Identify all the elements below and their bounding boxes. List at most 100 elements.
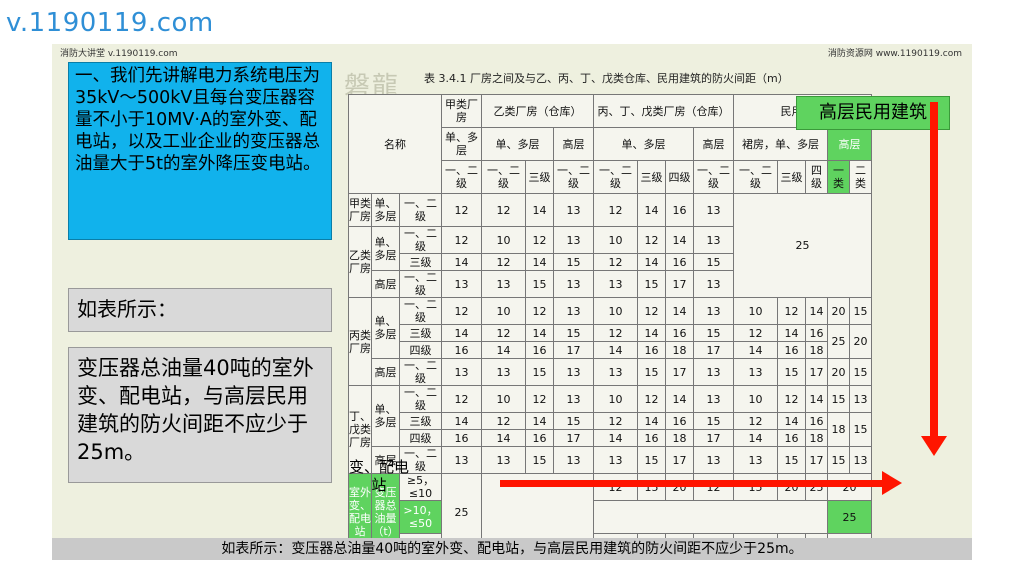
table-cell: 16 (637, 341, 666, 359)
table-cell: 16 (525, 429, 554, 447)
row-grade-label: 四级 (399, 429, 442, 447)
table-cell: 10 (733, 385, 778, 413)
header-jia: 甲类厂房 (441, 94, 482, 128)
header-yi-dan: 单、多层 (481, 127, 554, 161)
table-cell: 12 (441, 193, 482, 227)
table-cell: 12 (441, 385, 482, 413)
table-cell: 12 (693, 473, 734, 501)
table-cell: 18 (827, 412, 850, 447)
grade-cell: 一类 (827, 160, 850, 194)
table-cell: 12 (733, 324, 778, 342)
table-cell: 16 (665, 253, 694, 271)
table-cell: 14 (637, 193, 666, 227)
table-cell: 25 (805, 473, 828, 501)
table-cell: 15 (849, 358, 872, 386)
row-grade-label: 一、二级 (399, 193, 442, 227)
caption-bar: 如表所示：变压器总油量40吨的室外变、配电站，与高层民用建筑的防火间距不应少于2… (52, 538, 972, 560)
header-name: 名称 (348, 94, 442, 194)
table-cell: 13 (693, 446, 734, 474)
table-cell: 16 (777, 341, 806, 359)
table-cell: 14 (665, 385, 694, 413)
horizontal-arrow-head-icon (882, 471, 902, 495)
table-cell: 12 (637, 226, 666, 254)
table-cell: 14 (525, 412, 554, 430)
table-cell: 14 (805, 297, 828, 325)
table-cell: 16 (777, 429, 806, 447)
table-cell: 14 (805, 385, 828, 413)
table-cell: 10 (733, 297, 778, 325)
header-jia-dan: 单、多层 (441, 127, 482, 161)
table-cell: 12 (481, 324, 526, 342)
table-cell: 12 (593, 193, 638, 227)
table-cell: 17 (805, 446, 828, 474)
conclusion-box: 变压器总油量40吨的室外变、配电站，与高层民用建筑的防火间距不应少于25m。 (68, 347, 332, 483)
table-cell: 14 (441, 324, 482, 342)
table-cell: 10 (593, 297, 638, 325)
table-cell: 15 (553, 412, 594, 430)
grade-cell: 一、二级 (693, 160, 734, 194)
table-cell: 14 (637, 253, 666, 271)
table-cell: 15 (827, 446, 850, 474)
table-cell: 12 (733, 412, 778, 430)
header-bing: 丙、丁、戊类厂房（仓库） (593, 94, 734, 128)
grade-cell: 四级 (665, 160, 694, 194)
table-cell: 14 (637, 324, 666, 342)
vertical-arrow-head-icon (921, 436, 947, 456)
table-cell: 20 (665, 473, 694, 501)
row-grade-label: 一、二级 (399, 270, 442, 298)
table-cell: 13 (481, 270, 526, 298)
grade-cell: 三级 (525, 160, 554, 194)
table-cell: 13 (553, 226, 594, 254)
table-cell: 10 (481, 226, 526, 254)
header-left-text: 消防大讲堂 v.1190119.com (60, 49, 178, 59)
table-cell: 16 (665, 193, 694, 227)
table-cell: 14 (525, 193, 554, 227)
table-cell: 15 (693, 324, 734, 342)
table-cell: 15 (777, 358, 806, 386)
table-cell: 16 (665, 324, 694, 342)
table-cell: 14 (665, 226, 694, 254)
blank-cell (593, 500, 828, 534)
table-cell: 12 (441, 297, 482, 325)
table-cell: 15 (827, 385, 850, 413)
table-cell: 18 (805, 341, 828, 359)
row-group-label: 甲类厂房 (348, 193, 372, 227)
grade-cell: 一、二级 (441, 160, 482, 194)
table-cell: 16 (637, 429, 666, 447)
table-cell: 17 (693, 341, 734, 359)
table-cell: 13 (553, 358, 594, 386)
table-title: 表 3.4.1 厂房之间及与乙、丙、丁、戊类仓库、民用建筑的防火间距（m） (424, 72, 789, 85)
table-cell: 13 (441, 358, 482, 386)
row-grade-label: 一、二级 (399, 385, 442, 413)
intro-text-box: 一、我们先讲解电力系统电压为35kV～500kV且每台变压器容量不小于10MV·… (68, 62, 332, 240)
grade-cell: 一、二级 (593, 160, 638, 194)
table-cell: 14 (593, 341, 638, 359)
row-sub-label: 单、多层 (371, 385, 400, 447)
vertical-arrow (930, 102, 938, 438)
table-cell: 14 (441, 412, 482, 430)
table-cell: 14 (665, 297, 694, 325)
table-cell: 13 (553, 385, 594, 413)
table-cell: 15 (849, 297, 872, 325)
table-cell: 14 (593, 429, 638, 447)
row-grade-label: 一、二级 (399, 297, 442, 325)
table-cell: 16 (805, 324, 828, 342)
table-cell: 17 (665, 358, 694, 386)
row-group-label: 乙类厂房 (348, 226, 372, 298)
table-cell: 14 (733, 341, 778, 359)
table-cell: 12 (525, 385, 554, 413)
table-cell: 12 (481, 193, 526, 227)
header-yi: 乙类厂房（仓库） (481, 94, 594, 128)
table-cell: 13 (693, 226, 734, 254)
horizontal-arrow (500, 480, 884, 487)
table-cell: 12 (481, 412, 526, 430)
target-cell-25: 25 (827, 500, 872, 534)
table-cell: 14 (525, 324, 554, 342)
table-cell: 14 (777, 324, 806, 342)
row-grade-label: 三级 (399, 253, 442, 271)
table-cell: 15 (777, 446, 806, 474)
table-cell: 14 (481, 341, 526, 359)
table-cell: 15 (693, 253, 734, 271)
table-cell: 15 (693, 412, 734, 430)
table-cell: 10 (593, 226, 638, 254)
